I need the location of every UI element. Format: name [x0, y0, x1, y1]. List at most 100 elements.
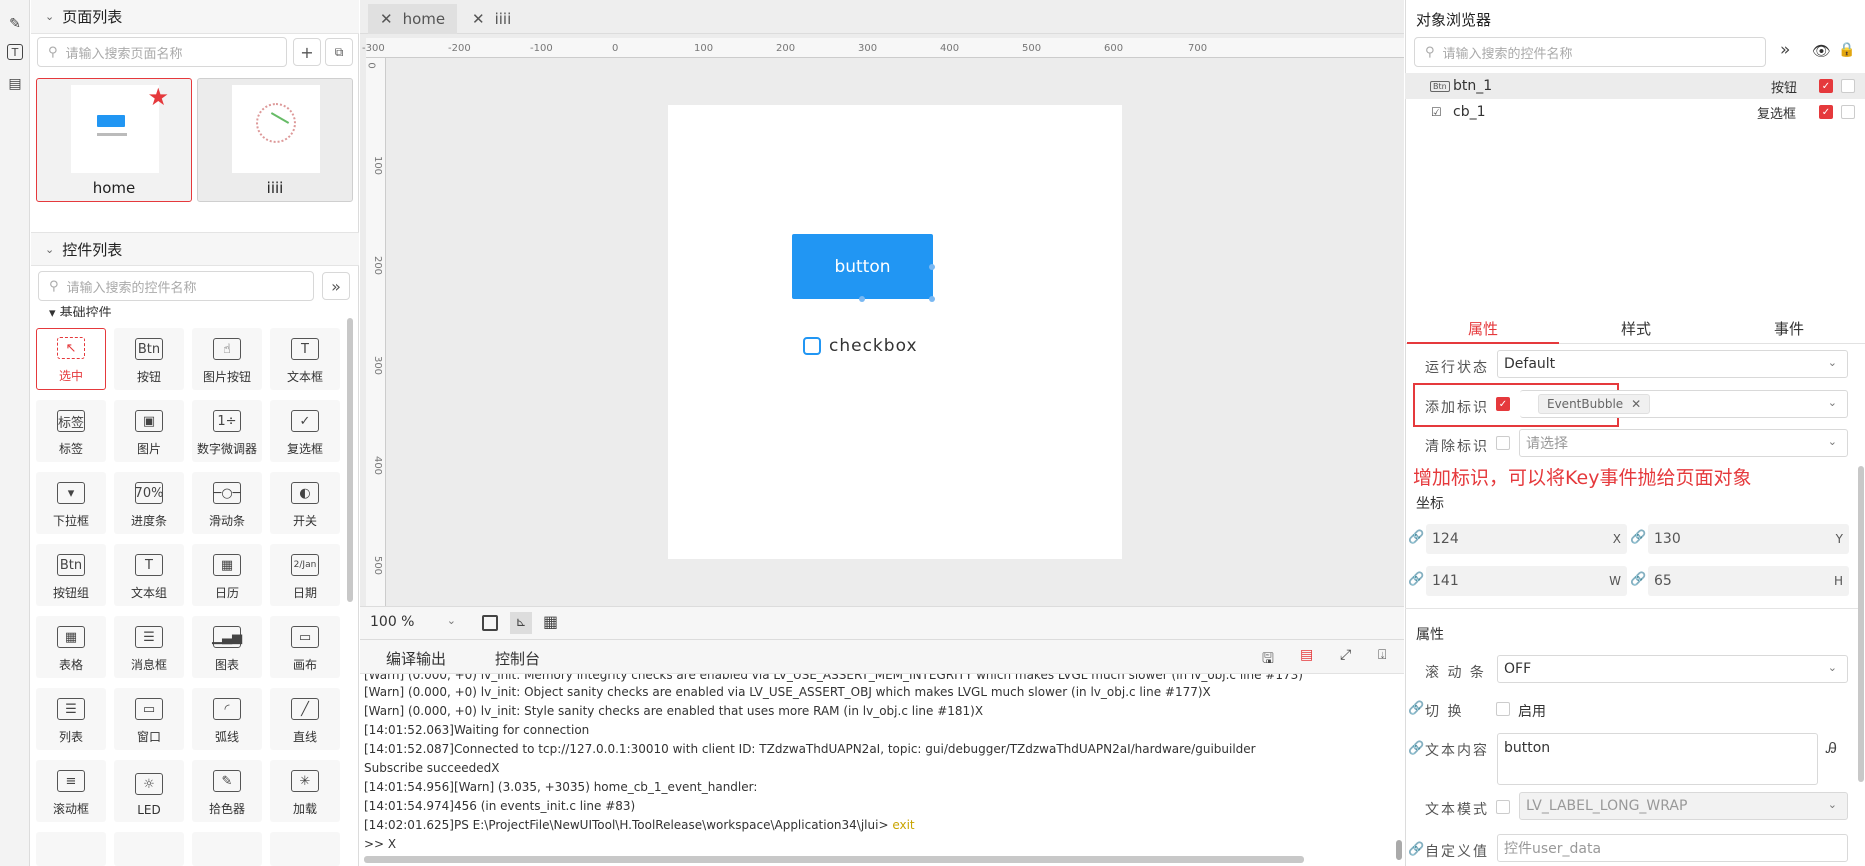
link-icon[interactable]: 🔗	[1630, 530, 1646, 545]
page-thumb-iiii[interactable]: iiii	[197, 78, 353, 202]
widget-item[interactable]: 2/Jan 日期	[270, 544, 340, 606]
tab-home[interactable]: ✕ home	[368, 4, 458, 34]
widget-item[interactable]	[114, 832, 184, 866]
canvas-button[interactable]: button	[792, 234, 933, 299]
widgets-section-header[interactable]: ⌄ 控件列表	[31, 232, 359, 266]
fit-screen-icon[interactable]	[482, 615, 498, 631]
expand-objects-icon[interactable]: »	[1780, 40, 1790, 60]
ruler-toggle-icon[interactable]: ⊾	[510, 612, 532, 634]
tab-compile-output[interactable]: 编译输出	[386, 648, 446, 669]
visible-checkbox[interactable]: ✓	[1819, 79, 1833, 93]
widget-item[interactable]: ─○─ 滑动条	[192, 472, 262, 534]
clear-flag-checkbox[interactable]	[1496, 436, 1510, 450]
pin-icon[interactable]: ⍗	[1378, 647, 1386, 663]
widget-item[interactable]: ▣ 图片	[114, 400, 184, 462]
page-search-input[interactable]: ⚲ 请输入搜索页面名称	[37, 37, 287, 67]
y-input[interactable]: 130 Y	[1648, 524, 1849, 554]
page-preview-area[interactable]	[668, 105, 1122, 559]
link-icon[interactable]: 🔗	[1408, 741, 1424, 756]
text-mode-select[interactable]: LV_LABEL_LONG_WRAP ⌄	[1519, 792, 1848, 820]
resize-handle[interactable]	[859, 296, 865, 302]
widget-item[interactable]: ▾ 下拉框	[36, 472, 106, 534]
widget-item[interactable]: ▦ 表格	[36, 616, 106, 678]
object-row-btn_1[interactable]: Btn btn_1 按钮 ✓	[1405, 73, 1865, 99]
canvas-checkbox[interactable]: checkbox	[803, 336, 918, 356]
link-icon[interactable]: 🔗	[1630, 572, 1646, 587]
tab-properties[interactable]: 属性	[1407, 318, 1559, 344]
link-icon[interactable]: 🔗	[1408, 530, 1424, 545]
property-scrollbar[interactable]	[1858, 466, 1864, 782]
fullscreen-icon[interactable]: ⤢	[1340, 647, 1351, 663]
text-mode-checkbox[interactable]	[1496, 800, 1510, 814]
lock-checkbox[interactable]	[1841, 105, 1855, 119]
pages-section-header[interactable]: ⌄ 页面列表	[31, 0, 359, 34]
widget-group-header[interactable]: ▾ 基础控件	[49, 305, 112, 317]
resource-icon[interactable]: ▤	[5, 74, 25, 94]
widget-item[interactable]: T 文本框	[270, 328, 340, 390]
clear-flag-select[interactable]: 请选择 ⌄	[1519, 429, 1848, 457]
widget-item[interactable]: ▁▃▅ 图表	[192, 616, 262, 678]
widget-item[interactable]: Btn 按钮组	[36, 544, 106, 606]
lock-icon[interactable]: 🔒	[1838, 42, 1855, 58]
widget-item[interactable]: ▭ 窗口	[114, 688, 184, 750]
grid-toggle-icon[interactable]: ▦	[543, 612, 558, 631]
widget-item[interactable]	[192, 832, 262, 866]
widget-item[interactable]	[270, 832, 340, 866]
object-row-cb_1[interactable]: ☑ cb_1 复选框 ✓	[1405, 99, 1865, 125]
text-content-input[interactable]: button	[1497, 733, 1818, 785]
copy-page-button[interactable]: ⧉	[325, 38, 353, 66]
visible-checkbox[interactable]: ✓	[1819, 105, 1833, 119]
widget-item[interactable]: T 文本组	[114, 544, 184, 606]
widget-item[interactable]: ✎ 拾色器	[192, 760, 262, 822]
widget-item[interactable]: ✳ 加载	[270, 760, 340, 822]
scroll-select[interactable]: OFF ⌄	[1497, 655, 1848, 683]
widget-search-input[interactable]: ⚲ 请输入搜索的控件名称	[38, 271, 314, 301]
text-tool-icon[interactable]: T	[7, 44, 23, 60]
tab-style[interactable]: 样式	[1560, 318, 1712, 344]
flag-tag[interactable]: EventBubble ✕	[1538, 394, 1651, 414]
link-icon[interactable]: 🔗	[1408, 701, 1424, 716]
font-icon[interactable]: Ꭿ	[1826, 739, 1837, 757]
close-icon[interactable]: ✕	[1631, 397, 1641, 411]
widget-item[interactable]: ◐ 开关	[270, 472, 340, 534]
tab-iiii[interactable]: ✕ iiii	[460, 4, 523, 34]
widget-scrollbar[interactable]	[347, 318, 353, 602]
toggle-checkbox[interactable]	[1496, 702, 1510, 716]
tab-events[interactable]: 事件	[1713, 318, 1865, 344]
resize-handle[interactable]	[929, 264, 935, 270]
widget-item[interactable]: 70% 进度条	[114, 472, 184, 534]
widget-item[interactable]: ≡ 滚动框	[36, 760, 106, 822]
w-input[interactable]: 141 W	[1426, 566, 1627, 596]
object-search-input[interactable]: ⚲ 请输入搜索的控件名称	[1414, 37, 1766, 67]
page-thumb-home[interactable]: ★ home	[36, 78, 192, 202]
widget-item[interactable]: ╱ 直线	[270, 688, 340, 750]
save-log-icon[interactable]: 🖫	[1262, 648, 1274, 672]
widget-item[interactable]: ◜ 弧线	[192, 688, 262, 750]
tab-console[interactable]: 控制台	[495, 648, 540, 669]
eye-icon[interactable]: 👁	[1812, 42, 1831, 60]
link-icon[interactable]: 🔗	[1408, 842, 1424, 857]
add-flag-checkbox[interactable]: ✓	[1496, 397, 1510, 411]
widget-item[interactable]: ☰ 列表	[36, 688, 106, 750]
x-input[interactable]: 124 X	[1426, 524, 1627, 554]
widget-item[interactable]	[36, 832, 106, 866]
resize-handle[interactable]	[929, 296, 935, 302]
run-state-select[interactable]: Default ⌄	[1497, 350, 1848, 378]
add-page-button[interactable]: +	[293, 38, 321, 66]
console-v-scrollbar[interactable]	[1396, 840, 1402, 860]
widget-item[interactable]: 1÷ 数字微调器	[192, 400, 262, 462]
widget-item[interactable]: ☝ 图片按钮	[192, 328, 262, 390]
link-icon[interactable]: 🔗	[1408, 572, 1424, 587]
widget-item[interactable]: ☼ LED	[114, 760, 184, 822]
clear-log-icon[interactable]: ▤	[1300, 647, 1313, 663]
close-icon[interactable]: ✕	[380, 10, 393, 28]
zoom-select[interactable]: 100 % ⌄	[370, 614, 456, 634]
widget-item[interactable]: ✓ 复选框	[270, 400, 340, 462]
lock-checkbox[interactable]	[1841, 79, 1855, 93]
pen-icon[interactable]: ✎	[5, 14, 25, 34]
user-data-input[interactable]: 控件user_data	[1497, 834, 1848, 862]
widget-item[interactable]: Btn 按钮	[114, 328, 184, 390]
widget-item[interactable]: ↖ 选中	[36, 328, 106, 390]
add-flag-select[interactable]: EventBubble ✕ ⌄	[1520, 390, 1848, 418]
widget-item[interactable]: ▭ 画布	[270, 616, 340, 678]
